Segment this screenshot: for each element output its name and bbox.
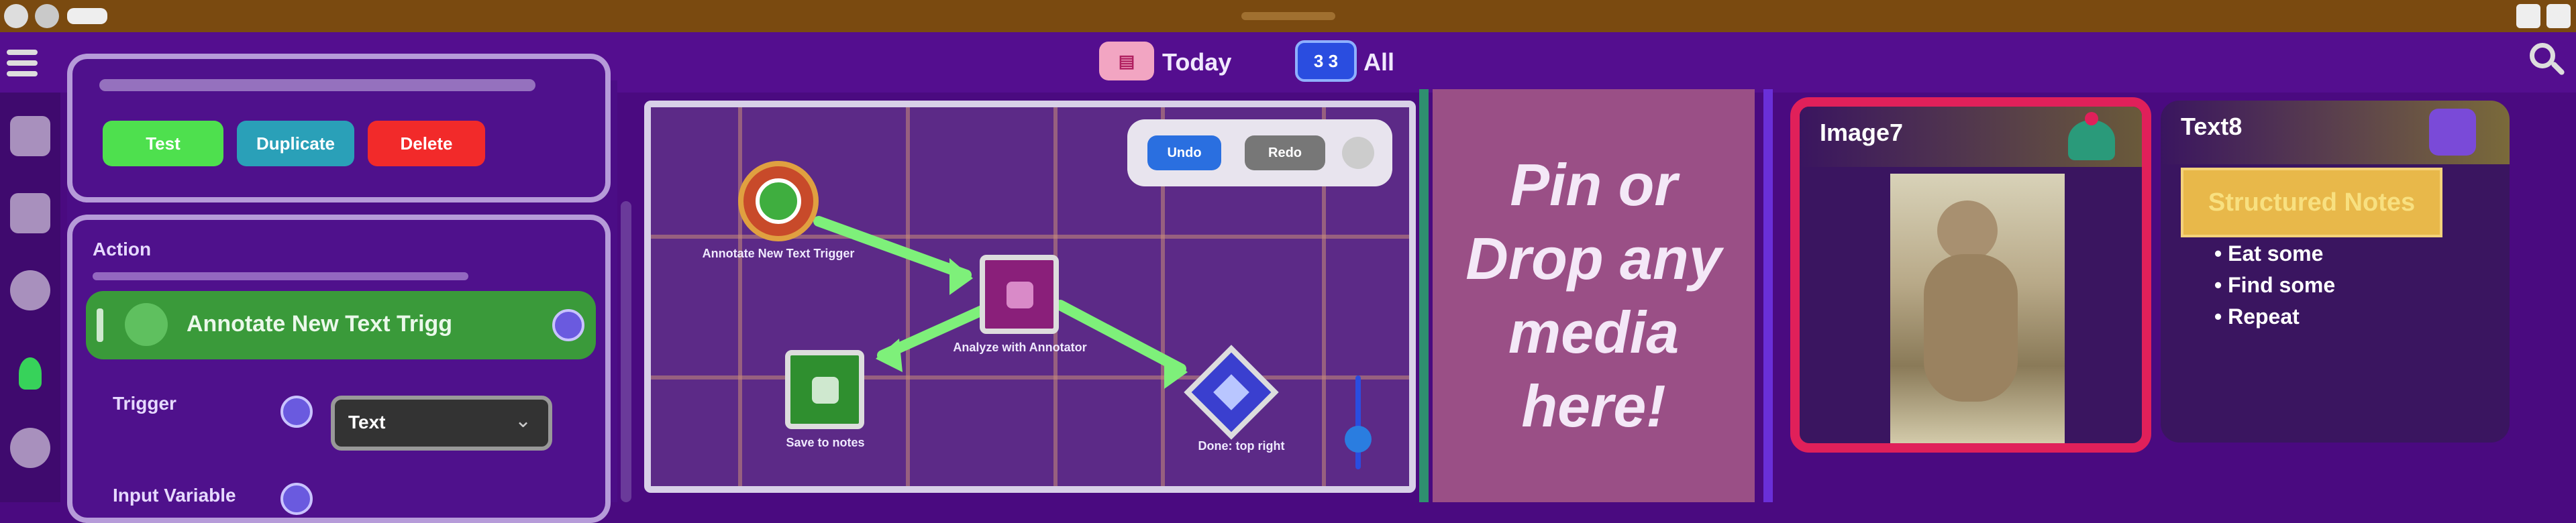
list-item: • Eat some [2214,241,2324,266]
divider [99,79,535,91]
delete-button[interactable]: Delete [368,121,485,166]
text-card-title: Text8 [2181,113,2243,140]
today-label[interactable]: Today [1162,48,1231,76]
undo-label: Undo [1167,145,1202,160]
all-label[interactable]: All [1363,48,1394,76]
close-window-icon[interactable] [4,4,28,28]
bullet-list: • Eat some • Find some • Repeat [2214,241,2335,329]
node-icon [756,178,801,224]
action-icon [125,303,168,346]
list-item-text: Find some [2228,273,2336,297]
fit-view-icon[interactable] [1342,137,1374,169]
duplicate-button[interactable]: Duplicate [237,121,354,166]
drop-zone-text: Pin or Drop any media here! [1465,152,1722,439]
zoom-slider-track[interactable] [1355,375,1361,469]
bulb-icon[interactable] [19,357,42,390]
done-node-label: Done: top right [1198,439,1285,453]
media-drop-zone[interactable]: Pin or Drop any media here! [1433,89,1755,502]
structured-notes-highlight: Structured Notes [2181,168,2442,237]
text-card-icon[interactable] [2429,109,2476,156]
home-icon[interactable] [10,116,50,156]
title-bar [0,0,2576,32]
lock-icon[interactable] [10,428,50,468]
text-card[interactable]: Text8 Structured Notes • Eat some • Find… [2161,101,2510,443]
image-card-icon[interactable] [2068,120,2115,160]
photo-subject-head [1937,200,1998,261]
search-icon[interactable] [2530,43,2567,80]
all-count-chip[interactable]: 3 3 [1295,40,1357,82]
test-button-label: Test [146,133,181,154]
left-panel: Test Duplicate Delete Action Annotate Ne… [67,54,617,523]
list-item-text: Repeat [2228,304,2300,329]
divider [93,272,468,280]
trigger-label: Trigger [113,393,176,414]
trigger-value: Text [348,412,386,432]
action-item[interactable]: Annotate New Text Trigg [86,291,596,359]
save-node-label: Save to notes [786,436,865,449]
image-card-title: Image7 [1820,119,1904,146]
pin-icon[interactable] [2085,112,2098,125]
action-buttons-card: Test Duplicate Delete [67,54,611,202]
menu-icon[interactable] [67,8,107,24]
redo-label: Redo [1268,145,1302,160]
flow-canvas[interactable]: Annotate New Text Trigger Analyze with A… [644,101,1416,493]
undo-button[interactable]: Undo [1147,135,1221,170]
image-card[interactable]: Image7 [1790,97,2151,453]
list-item: • Repeat [2214,304,2300,329]
fullscreen-window-icon[interactable] [2546,4,2571,28]
redo-button[interactable]: Redo [1245,135,1325,170]
window-title [1241,12,1335,20]
action-options-button[interactable] [552,309,584,341]
sidebar-toggle-icon[interactable] [0,44,47,84]
test-button[interactable]: Test [103,121,223,166]
save-icon [812,377,839,404]
drag-handle-icon[interactable] [97,308,103,342]
save-node[interactable] [785,350,864,429]
start-node[interactable] [738,161,819,241]
camera-icon[interactable] [10,193,50,233]
maximize-window-icon[interactable] [2516,4,2540,28]
duplicate-button-label: Duplicate [256,133,336,154]
trigger-info-icon[interactable] [280,396,313,428]
canvas-controls: Undo Redo [1127,119,1392,186]
section-title: Action [93,239,152,259]
minimize-window-icon[interactable] [35,4,59,28]
help-icon[interactable] [10,270,50,310]
annotate-node-label: Analyze with Annotator [953,341,1087,354]
left-rail [0,93,60,502]
chevron-down-icon: ⌄ [515,410,532,432]
all-count-text: 3 3 [1313,50,1339,71]
annotate-node[interactable] [980,255,1059,334]
delete-button-label: Delete [400,133,453,154]
zoom-slider-handle[interactable] [1345,426,1372,453]
list-item: • Find some [2214,273,2336,297]
panel-divider[interactable] [1419,89,1429,502]
calendar-icon[interactable]: ▤ [1099,42,1154,80]
left-panel-scrollbar[interactable] [621,201,631,502]
panel-divider[interactable] [1763,89,1773,502]
list-item-text: Eat some [2228,241,2324,266]
trigger-select[interactable]: Text ⌄ [331,396,552,451]
start-node-label: Annotate New Text Trigger [702,247,855,260]
monkey-photo [1890,174,2065,443]
annotate-icon [1007,282,1033,308]
action-item-label: Annotate New Text Trigg [187,311,453,337]
input-variable-info-icon[interactable] [280,483,313,515]
photo-subject-body [1924,254,2018,402]
action-card: Action Annotate New Text Trigg Trigger T… [67,215,611,523]
input-variable-label: Input Variable [113,485,236,506]
